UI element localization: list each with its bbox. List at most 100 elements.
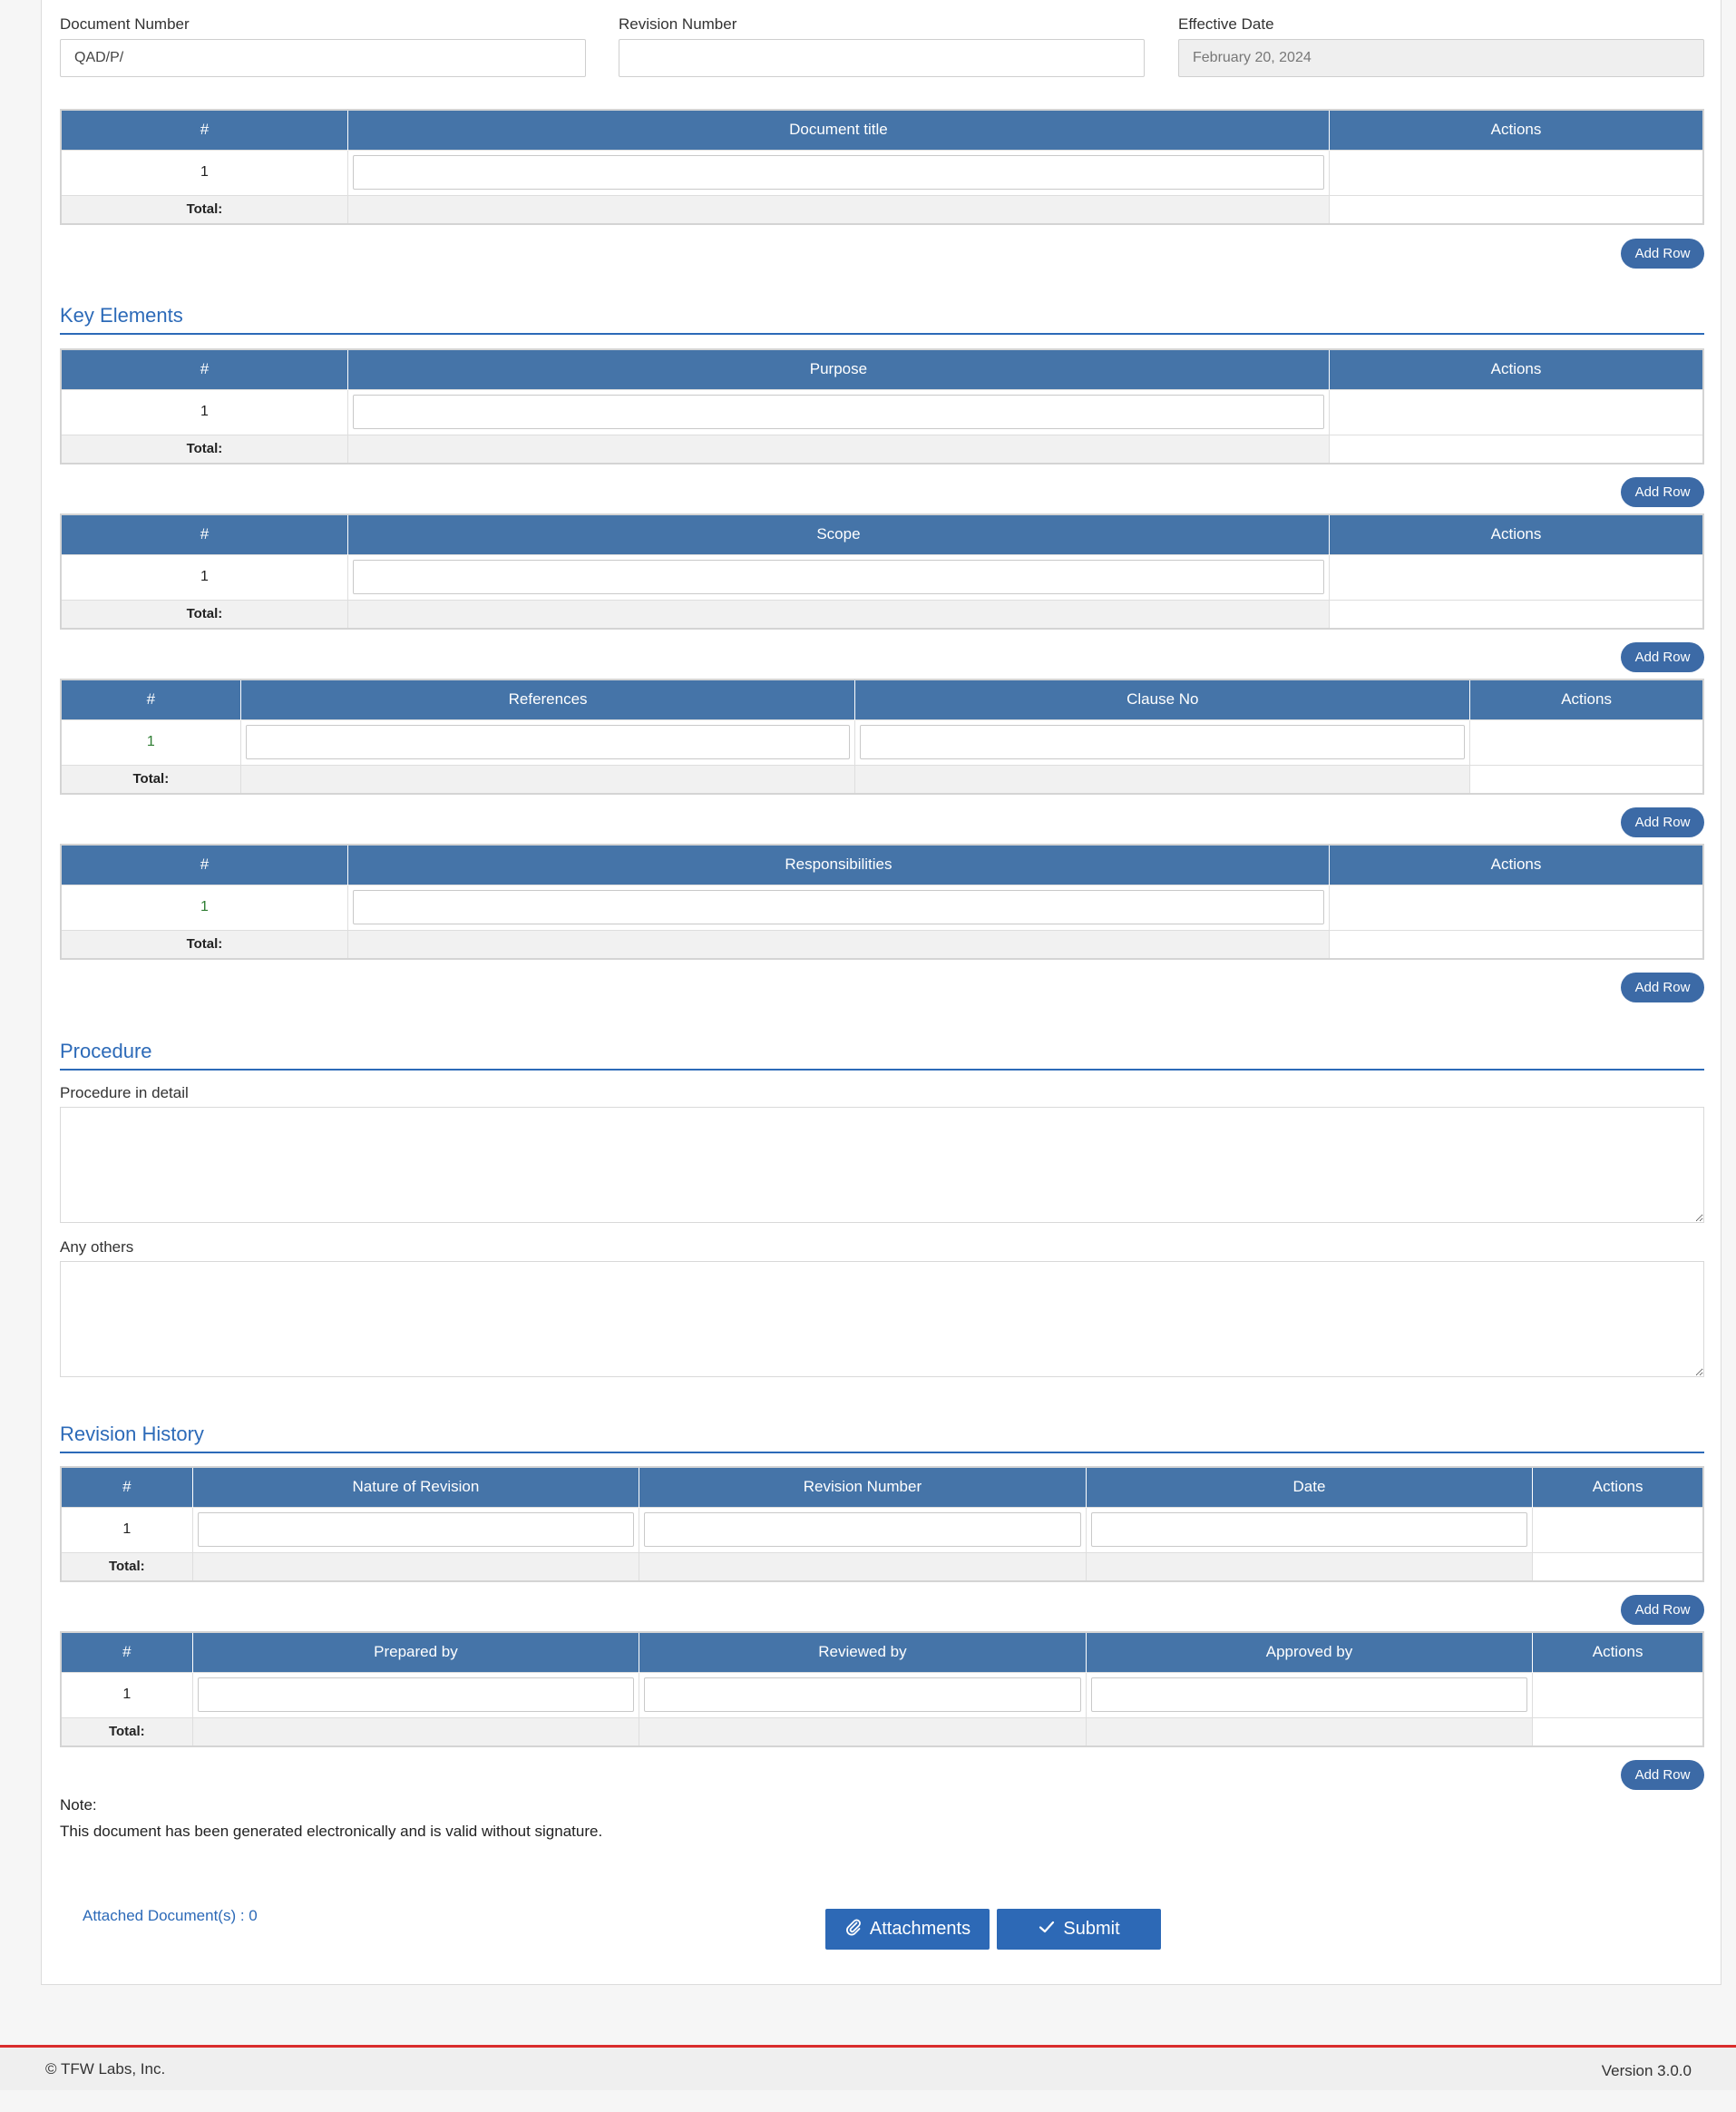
col-approved-by: Approved by	[1086, 1632, 1534, 1672]
col-scope: Scope	[347, 514, 1331, 554]
row-number: 1	[60, 884, 348, 931]
submit-button[interactable]: Submit	[997, 1909, 1161, 1950]
responsibilities-input[interactable]	[352, 890, 1325, 924]
total-cell	[191, 1716, 640, 1747]
col-reviewed-by: Reviewed by	[639, 1632, 1087, 1672]
table-header-row: # Purpose Actions	[61, 349, 1703, 389]
table-row: 1	[60, 149, 1704, 196]
total-actions-cell	[1329, 194, 1704, 225]
approved-by-input[interactable]	[1090, 1677, 1528, 1712]
attachments-button[interactable]: Attachments	[825, 1909, 990, 1950]
row-number: 1	[60, 1671, 193, 1718]
add-row-button-revision-history[interactable]: Add Row	[1621, 1595, 1704, 1625]
header-fields: Document Number Revision Number Effectiv…	[60, 0, 1704, 82]
col-actions: Actions	[1329, 845, 1703, 885]
purpose-table: # Purpose Actions 1 Total:	[60, 348, 1704, 464]
total-label: Total:	[60, 434, 348, 464]
add-row-button-responsibilities[interactable]: Add Row	[1621, 973, 1704, 1002]
total-actions-cell	[1532, 1716, 1704, 1747]
references-input[interactable]	[245, 725, 851, 759]
col-document-title: Document title	[347, 110, 1331, 150]
note-text: This document has been generated electro…	[60, 1823, 603, 1840]
revision-number-input[interactable]	[619, 39, 1145, 77]
table-row: 1	[60, 1506, 1704, 1553]
attachments-label: Attachments	[869, 1919, 971, 1939]
nature-of-revision-cell	[191, 1506, 640, 1553]
total-cell	[346, 929, 1331, 960]
col-actions: Actions	[1532, 1632, 1703, 1672]
total-label: Total:	[60, 1716, 193, 1747]
reviewed-by-input[interactable]	[644, 1677, 1081, 1712]
row-number: 1	[60, 719, 241, 766]
total-actions-cell	[1532, 1551, 1704, 1582]
nature-of-revision-input[interactable]	[197, 1512, 635, 1547]
add-row-button-signoff[interactable]: Add Row	[1621, 1760, 1704, 1790]
total-label: Total:	[60, 194, 348, 225]
col-revision-number: Revision Number	[639, 1467, 1087, 1507]
scope-input[interactable]	[352, 560, 1325, 594]
total-cell	[346, 434, 1331, 464]
document-number-label: Document Number	[60, 15, 190, 33]
scope-cell	[346, 553, 1331, 601]
references-cell	[239, 719, 856, 766]
total-cell	[639, 1551, 1087, 1582]
attached-documents-link[interactable]: Attached Document(s) : 0	[83, 1907, 258, 1925]
total-row: Total:	[60, 1551, 1704, 1582]
clause-no-cell	[854, 719, 1471, 766]
col-actions: Actions	[1532, 1467, 1703, 1507]
add-row-button-scope[interactable]: Add Row	[1621, 642, 1704, 672]
form-card: Document Number Revision Number Effectiv…	[41, 0, 1721, 1985]
total-actions-cell	[1329, 929, 1704, 960]
prepared-by-input[interactable]	[197, 1677, 635, 1712]
row-number: 1	[60, 388, 348, 435]
version-text: Version 3.0.0	[1601, 2062, 1692, 2079]
total-row: Total:	[60, 194, 1704, 225]
reviewed-by-cell	[639, 1671, 1087, 1718]
any-others-label: Any others	[60, 1238, 134, 1256]
col-clause-no: Clause No	[854, 680, 1471, 719]
purpose-input[interactable]	[352, 395, 1325, 429]
document-title-input[interactable]	[352, 155, 1325, 190]
add-row-button-references[interactable]: Add Row	[1621, 807, 1704, 837]
procedure-detail-textarea[interactable]	[60, 1107, 1704, 1223]
any-others-textarea[interactable]	[60, 1261, 1704, 1377]
add-row-button-document-title[interactable]: Add Row	[1621, 239, 1704, 269]
table-header-row: # Nature of Revision Revision Number Dat…	[61, 1467, 1703, 1507]
total-row: Total:	[60, 1716, 1704, 1747]
procedure-detail-label: Procedure in detail	[60, 1084, 189, 1101]
document-number-group: Document Number	[60, 0, 586, 77]
total-cell	[854, 764, 1471, 795]
checkmark-icon	[1038, 1918, 1056, 1941]
scope-table: # Scope Actions 1 Total:	[60, 513, 1704, 630]
total-label: Total:	[60, 1551, 193, 1582]
total-cell	[346, 194, 1331, 225]
table-header-row: # Prepared by Reviewed by Approved by Ac…	[61, 1632, 1703, 1672]
actions-cell	[1532, 1671, 1704, 1718]
date-input[interactable]	[1090, 1512, 1528, 1547]
section-title-procedure: Procedure	[60, 1038, 1704, 1071]
col-number: #	[61, 845, 348, 885]
actions-cell	[1329, 884, 1704, 931]
col-purpose: Purpose	[347, 349, 1331, 389]
row-number: 1	[60, 553, 348, 601]
actions-cell	[1329, 388, 1704, 435]
total-actions-cell	[1469, 764, 1704, 795]
total-cell	[191, 1551, 640, 1582]
responsibilities-cell	[346, 884, 1331, 931]
table-row: 1	[60, 388, 1704, 435]
col-actions: Actions	[1329, 349, 1703, 389]
effective-date-label: Effective Date	[1178, 15, 1274, 33]
add-row-button-purpose[interactable]: Add Row	[1621, 477, 1704, 507]
col-prepared-by: Prepared by	[192, 1632, 640, 1672]
table-header-row: # Scope Actions	[61, 514, 1703, 554]
document-number-input[interactable]	[60, 39, 586, 77]
date-cell	[1085, 1506, 1534, 1553]
total-label: Total:	[60, 599, 348, 630]
actions-cell	[1532, 1506, 1704, 1553]
total-cell	[1085, 1716, 1534, 1747]
total-row: Total:	[60, 764, 1704, 795]
revision-number-cell	[639, 1506, 1087, 1553]
clause-no-input[interactable]	[860, 725, 1466, 759]
total-cell	[346, 599, 1331, 630]
revision-number-row-input[interactable]	[644, 1512, 1081, 1547]
